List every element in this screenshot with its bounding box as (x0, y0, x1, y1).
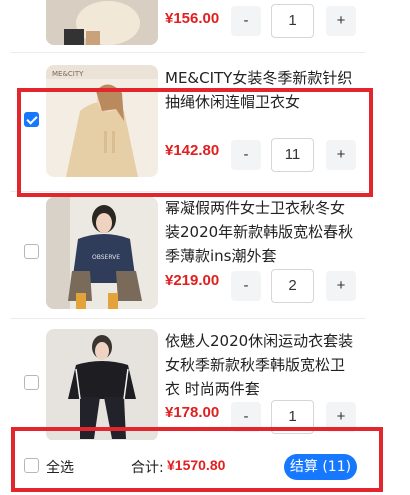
cart-item: 依魅人2020休闲运动衣套装女秋季新款秋季韩版宽松卫衣 时尚两件套 ¥178.0… (10, 319, 365, 444)
quantity-stepper: - 1 + (231, 400, 356, 434)
cart-item: OBSERVE 幂凝假两件女士卫衣秋冬女装2020年新款韩版宽松春秋季薄款ins… (10, 192, 365, 319)
decrease-button[interactable]: - (231, 402, 261, 432)
cart-item: ¥156.00 - 1 + (10, 0, 365, 53)
svg-text:ME&CITY: ME&CITY (52, 70, 84, 78)
item-title[interactable]: ME&CITY女装冬季新款针织抽绳休闲连帽卫衣女 (165, 66, 355, 114)
product-image[interactable] (46, 0, 158, 45)
total-label: 合计: (131, 460, 164, 476)
decrease-button[interactable]: - (231, 140, 261, 170)
quantity-input[interactable]: 11 (271, 138, 314, 172)
checkout-button[interactable]: 结算 (11) (284, 454, 357, 480)
cart-footer: 全选 合计: ¥1570.80 结算 (11) (10, 440, 365, 495)
increase-button[interactable]: + (326, 6, 356, 36)
select-all-checkbox[interactable] (24, 458, 39, 473)
decrease-button[interactable]: - (231, 271, 261, 301)
item-checkbox[interactable] (24, 244, 39, 259)
item-price: ¥156.00 (165, 10, 220, 27)
product-image[interactable] (46, 329, 158, 441)
cart-item: ME&CITY ME&CITY女装冬季新款针织抽绳休闲连帽卫衣女 ¥142.80… (10, 53, 365, 192)
quantity-stepper: - 1 + (231, 4, 356, 38)
increase-button[interactable]: + (326, 271, 356, 301)
item-checkbox[interactable] (24, 112, 39, 127)
product-image[interactable]: OBSERVE (46, 197, 158, 309)
quantity-input[interactable]: 2 (271, 269, 314, 303)
item-checkbox[interactable] (24, 375, 39, 390)
quantity-stepper: - 2 + (231, 269, 356, 303)
increase-button[interactable]: + (326, 140, 356, 170)
item-title[interactable]: 幂凝假两件女士卫衣秋冬女装2020年新款韩版宽松春秋季薄款ins潮外套 (165, 196, 355, 268)
quantity-stepper: - 11 + (231, 138, 356, 172)
item-price: ¥219.00 (165, 272, 220, 289)
svg-text:OBSERVE: OBSERVE (92, 254, 120, 261)
item-price: ¥142.80 (165, 142, 220, 159)
decrease-button[interactable]: - (231, 6, 261, 36)
increase-button[interactable]: + (326, 402, 356, 432)
quantity-input[interactable]: 1 (271, 4, 314, 38)
product-image[interactable]: ME&CITY (46, 65, 158, 177)
cart-page: ¥156.00 - 1 + ME&CITY ME&CITY女装冬季新款针织抽绳休… (0, 0, 410, 495)
select-all-label[interactable]: 全选 (46, 457, 74, 477)
total-price: ¥1570.80 (167, 457, 226, 473)
quantity-input[interactable]: 1 (271, 400, 314, 434)
item-price: ¥178.00 (165, 404, 220, 421)
item-title[interactable]: 依魅人2020休闲运动衣套装女秋季新款秋季韩版宽松卫衣 时尚两件套 (165, 329, 355, 401)
